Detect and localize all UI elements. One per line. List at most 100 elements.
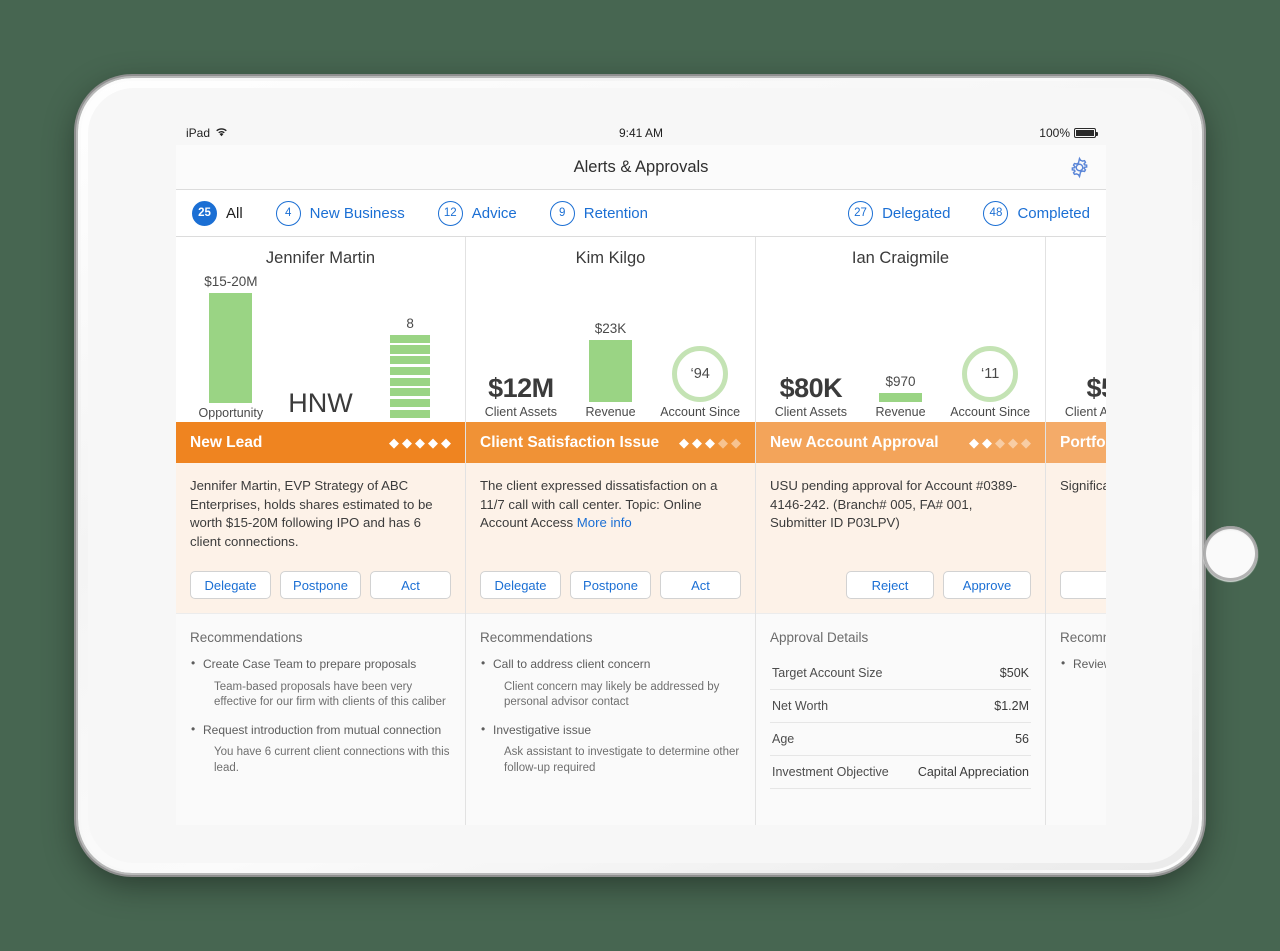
metric-bar: $23KRevenue	[566, 274, 656, 420]
tab-count-badge: 27	[848, 201, 873, 226]
panel-title: Recommendations	[1060, 630, 1106, 645]
metric-big: $80KClient Assets	[766, 274, 856, 420]
alert-description-text: Jennifer Martin, EVP Strategy of ABC Ent…	[190, 478, 433, 549]
metric-value: $15-20M	[204, 274, 257, 289]
metric-ring: ‘94 Account Since	[655, 274, 745, 420]
tab-retention[interactable]: 9Retention	[550, 201, 648, 226]
act-button[interactable]: Act	[370, 571, 451, 599]
recommendation-headline: Investigative issue	[480, 723, 741, 739]
postpone-button[interactable]: Postpone	[570, 571, 651, 599]
recommendation-item: Create Case Team to prepare proposalsTea…	[190, 657, 451, 711]
segment	[390, 388, 430, 396]
tab-count-badge: 12	[438, 201, 463, 226]
alert-title: Client Satisfaction Issue	[480, 434, 659, 452]
status-bar: iPad 9:41 AM 100%	[176, 121, 1106, 145]
segment	[390, 356, 430, 364]
delegate-button[interactable]: Delegate	[1060, 571, 1106, 599]
more-info-link[interactable]: More info	[577, 515, 632, 530]
tab-label: Completed	[1017, 205, 1090, 222]
recommendations-panel: Recommendations Create Case Team to prepa…	[176, 613, 465, 825]
priority-diamond: ◆	[705, 436, 715, 449]
metric-segment-bar	[390, 335, 430, 418]
alert-card[interactable]: Ian Craigmile $80KClient Assets $970 Revenu…	[756, 237, 1046, 825]
detail-row: Net Worth$1.2M	[770, 690, 1031, 723]
metric-label: Account Since	[660, 405, 740, 420]
panel-title: Recommendations	[190, 630, 451, 645]
metric-ring: ‘11	[962, 346, 1018, 402]
priority-diamond: ◆	[718, 436, 728, 449]
metric-ring: ‘11 Account Since	[945, 274, 1035, 420]
segment	[390, 335, 430, 343]
recommendation-list: Create Case Team to prepare proposalsTea…	[190, 657, 451, 776]
metric-label: Account Since	[950, 405, 1030, 420]
recommendations-panel: RecommendationsReview Discu	[1046, 613, 1106, 825]
priority-diamond: ◆	[1008, 436, 1018, 449]
client-metrics: Ian Craigmile $80KClient Assets $970 Revenu…	[756, 237, 1045, 422]
metric-row: $15-20MOpportunity SizeHNWSegment8Lead R…	[186, 274, 455, 438]
tab-count-badge: 4	[276, 201, 301, 226]
client-name: Ian Craigmile	[766, 249, 1035, 268]
alert-body: Significant Industry client account Deleg…	[1046, 463, 1106, 613]
alert-card-inner: Jennifer Martin$15-20MOpportunity SizeHN…	[176, 237, 465, 825]
status-bar-right: 100%	[1039, 126, 1096, 140]
detail-value: 56	[1015, 732, 1029, 746]
recommendation-item: Call to address client concernClient con…	[480, 657, 741, 711]
segment	[390, 367, 430, 375]
tab-count-badge: 48	[983, 201, 1008, 226]
battery-percent-label: 100%	[1039, 126, 1070, 140]
postpone-button[interactable]: Postpone	[280, 571, 361, 599]
priority-diamond: ◆	[995, 436, 1005, 449]
panel-title: Recommendations	[480, 630, 741, 645]
alert-actions: Delegate Postpone Act	[480, 571, 741, 599]
app-screen: iPad 9:41 AM 100% Alerts & Approvals 25A…	[176, 121, 1106, 825]
priority-diamond: ◆	[1021, 436, 1031, 449]
alert-description: USU pending approval for Account #0389-4…	[770, 477, 1031, 533]
carrier-label: iPad	[186, 126, 210, 140]
page-title: Alerts & Approvals	[574, 158, 709, 177]
tab-label: All	[226, 205, 243, 222]
priority-diamond: ◆	[441, 436, 451, 449]
priority-diamond: ◆	[415, 436, 425, 449]
metric-value: $970	[885, 374, 915, 389]
approve-button[interactable]: Approve	[943, 571, 1031, 599]
metric-big: $5Client Assets	[1056, 255, 1106, 420]
metric-bar: $970 Revenue	[856, 274, 946, 420]
client-metrics: Jennifer Martin$15-20MOpportunity SizeHN…	[176, 237, 465, 422]
tab-all[interactable]: 25All	[192, 201, 243, 226]
delegate-button[interactable]: Delegate	[480, 571, 561, 599]
alert-description: Jennifer Martin, EVP Strategy of ABC Ent…	[190, 477, 451, 552]
tab-new-business[interactable]: 4New Business	[276, 201, 405, 226]
priority-diamond: ◆	[969, 436, 979, 449]
alert-card[interactable]: Jennifer Martin$15-20MOpportunity SizeHN…	[176, 237, 466, 825]
tab-delegated[interactable]: 27 Delegated	[848, 201, 950, 226]
alert-card-inner: $5Client AssetsPortfolioSignificant Indu…	[1046, 237, 1106, 825]
alert-description-text: USU pending approval for Account #0389-4…	[770, 478, 1017, 530]
alert-card[interactable]: $5Client AssetsPortfolioSignificant Indu…	[1046, 237, 1106, 825]
metric-label: Revenue	[875, 405, 925, 420]
metric-ring: ‘94	[672, 346, 728, 402]
alert-description-text: Significant Industry client account	[1060, 478, 1106, 493]
tab-label: Advice	[472, 205, 517, 222]
recommendation-detail: You have 6 current client connections wi…	[190, 745, 451, 776]
detail-value: Capital Appreciation	[918, 765, 1029, 779]
client-metrics: Kim Kilgo$12MClient Assets$23KRevenue‘94…	[466, 237, 755, 422]
priority-rating: ◆◆◆◆◆	[679, 436, 741, 449]
panel-title: Approval Details	[770, 630, 1031, 645]
tab-advice[interactable]: 12 Advice	[438, 201, 517, 226]
wifi-icon	[215, 127, 228, 139]
tab-count-badge: 9	[550, 201, 575, 226]
recommendations-panel: Recommendations Call to address client co…	[466, 613, 755, 825]
segment	[390, 378, 430, 386]
status-bar-clock: 9:41 AM	[176, 126, 1106, 140]
reject-button[interactable]: Reject	[846, 571, 934, 599]
alert-title: New Account Approval	[770, 434, 939, 452]
gear-icon[interactable]	[1066, 154, 1092, 180]
alert-card[interactable]: Kim Kilgo$12MClient Assets$23KRevenue‘94…	[466, 237, 756, 825]
alert-description: Significant Industry client account	[1060, 477, 1106, 496]
act-button[interactable]: Act	[660, 571, 741, 599]
home-button[interactable]	[1203, 526, 1258, 581]
detail-label: Net Worth	[772, 699, 828, 713]
tab-label: Delegated	[882, 205, 950, 222]
delegate-button[interactable]: Delegate	[190, 571, 271, 599]
tab-completed[interactable]: 48 Completed	[983, 201, 1090, 226]
